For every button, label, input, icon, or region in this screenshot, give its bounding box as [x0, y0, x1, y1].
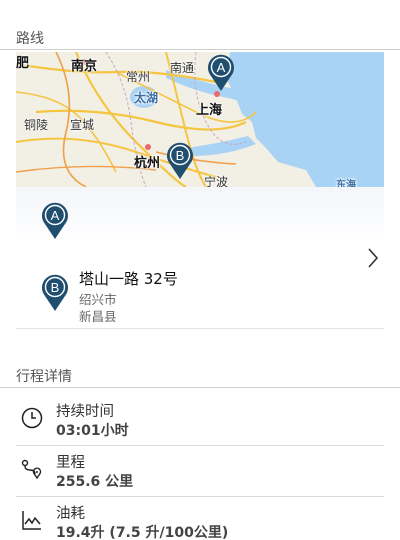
map-label-taihu: 太湖 — [134, 91, 159, 105]
map-label-hangzhou: 杭州 — [134, 156, 161, 171]
end-marker-icon: B — [42, 274, 68, 311]
distance-label: 里程 — [56, 455, 85, 471]
map-pin-b-icon[interactable]: B — [165, 140, 195, 180]
destination-district: 新昌县 — [79, 309, 117, 324]
destination-street: 塔山一路 32号 — [79, 270, 178, 288]
route-icon — [21, 459, 42, 480]
trip-detail-distance: 里程 255.6 公里 — [16, 447, 384, 497]
distance-value: 255.6 公里 — [56, 474, 134, 490]
trip-detail-fuel: 油耗 19.4升 (7.5 升/100公里) — [16, 498, 384, 540]
map-pin-a-letter: A — [217, 60, 226, 75]
map-label-nanjing: 南京 — [71, 59, 98, 74]
map-pin-b-letter: B — [176, 148, 185, 163]
duration-value: 03:01小时 — [56, 423, 129, 439]
map-label-tongling: 铜陵 — [24, 118, 49, 132]
map-label-fei: 肥 — [16, 56, 30, 71]
chevron-right-icon[interactable] — [366, 246, 380, 270]
route-map[interactable]: 肥 南京 常州 南通 太湖 铜陵 宣城 上海 杭州 宁波 东海 A B — [16, 52, 384, 187]
end-marker-letter: B — [51, 280, 60, 295]
start-marker-letter: A — [51, 208, 60, 223]
fuel-value: 19.4升 (7.5 升/100公里) — [56, 525, 229, 540]
map-label-nantong: 南通 — [170, 61, 195, 75]
map-pin-a-icon[interactable]: A — [206, 52, 236, 92]
route-section-title: 路线 — [16, 31, 44, 47]
route-summary-panel[interactable] — [16, 187, 384, 329]
map-label-xuancheng: 宣城 — [70, 118, 95, 132]
trip-detail-duration: 持续时间 03:01小时 — [16, 396, 384, 446]
trip-details-header: 行程详情 — [0, 366, 400, 388]
route-section-header: 路线 — [0, 28, 400, 50]
destination-city: 绍兴市 — [79, 292, 117, 307]
duration-label: 持续时间 — [56, 404, 114, 420]
map-label-changzhou: 常州 — [126, 70, 151, 84]
clock-icon — [21, 407, 43, 429]
destination-address: 塔山一路 32号 绍兴市 新昌县 — [79, 268, 178, 325]
fuel-label: 油耗 — [56, 506, 85, 522]
map-label-donghai: 东海 — [336, 180, 356, 187]
map-label-ningbo: 宁波 — [204, 175, 229, 187]
map-label-shanghai: 上海 — [196, 103, 223, 118]
trip-details-title: 行程详情 — [16, 369, 72, 385]
fuel-chart-icon — [22, 511, 41, 530]
start-marker-icon: A — [42, 202, 68, 239]
